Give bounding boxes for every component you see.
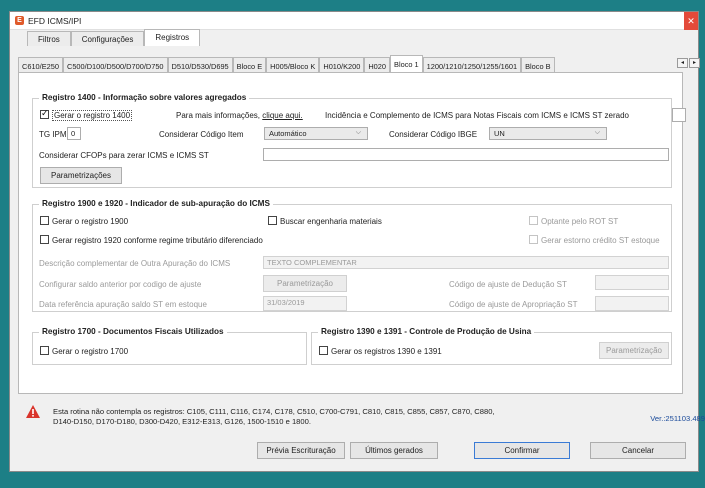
- descricao-input[interactable]: TEXTO COMPLEMENTAR: [263, 256, 669, 269]
- gerar-1920-checkbox[interactable]: Gerar registro 1920 conforme regime trib…: [40, 235, 263, 245]
- tg-ipm-input[interactable]: 0: [67, 127, 81, 140]
- descricao-label: Descrição complementar de Outra Apuração…: [39, 259, 231, 268]
- parametrizacao-1390-button[interactable]: Parametrização: [599, 342, 669, 359]
- parametrizacoes-button[interactable]: Parametrizações: [40, 167, 122, 184]
- tab-configuracoes[interactable]: Configurações: [70, 31, 145, 46]
- subtab-h010[interactable]: H010/K200: [319, 57, 365, 72]
- registro-1400-title: Registro 1400 - Informação sobre valores…: [39, 93, 250, 102]
- close-icon[interactable]: ✕: [684, 12, 698, 30]
- warning-message: Esta rotina não contempla os registros: …: [53, 407, 495, 426]
- previa-escrituracao-button[interactable]: Prévia Escrituração: [257, 442, 345, 459]
- sub-tab-strip: C610/E250 C500/D100/D500/D700/D750 D510/…: [18, 55, 555, 72]
- cod-item-select[interactable]: Automático ⌵: [264, 127, 368, 140]
- subtab-bloco-e[interactable]: Bloco E: [232, 57, 267, 72]
- data-ref-label: Data referência apuração saldo ST em est…: [39, 300, 207, 309]
- gerar-1700-checkbox[interactable]: Gerar o registro 1700: [40, 346, 128, 356]
- tab-scroll-left-icon[interactable]: ◂: [677, 58, 688, 68]
- confirmar-button[interactable]: Confirmar: [474, 442, 570, 459]
- chevron-down-icon: ⌵: [594, 129, 600, 136]
- optante-rot-checkbox[interactable]: Optante pelo ROT ST: [529, 216, 618, 226]
- incidencia-label: Incidência e Complemento de ICMS para No…: [325, 111, 629, 120]
- subtab-c500[interactable]: C500/D100/D500/D700/D750: [62, 57, 168, 72]
- cod-item-label: Considerar Código Item: [159, 130, 244, 139]
- tab-filtros[interactable]: Filtros: [27, 31, 71, 46]
- config-saldo-label: Configurar saldo anterior por codigo de …: [39, 280, 202, 289]
- cod-ibge-label: Considerar Código IBGE: [389, 130, 478, 139]
- parametrizacao-1900-button[interactable]: Parametrização: [263, 275, 347, 292]
- gerar-1400-checkbox[interactable]: Gerar o registro 1400: [40, 108, 133, 121]
- cod-deducao-label: Código de ajuste de Dedução ST: [449, 280, 567, 289]
- top-tab-strip: Filtros Configurações Registros: [27, 29, 201, 46]
- registro-1390-title: Registro 1390 e 1391 - Controle de Produ…: [318, 327, 535, 336]
- cod-apropriacao-label: Código de ajuste de Apropriação ST: [449, 300, 578, 309]
- checkbox-box[interactable]: [40, 108, 49, 119]
- warning-icon: [26, 405, 40, 418]
- cfops-label: Considerar CFOPs para zerar ICMS e ICMS …: [39, 151, 209, 160]
- subtab-bloco-b[interactable]: Bloco B: [521, 57, 555, 72]
- subtab-d510[interactable]: D510/D530/D695: [167, 57, 233, 72]
- subtab-c610-e250[interactable]: C610/E250: [18, 57, 63, 72]
- bloco-1-panel: Registro 1400 - Informação sobre valores…: [18, 72, 686, 394]
- cod-apropriacao-input[interactable]: [595, 296, 669, 311]
- gerar-1390-checkbox[interactable]: Gerar os registros 1390 e 1391: [319, 346, 442, 356]
- version-label: Ver.:251103.489: [650, 414, 705, 423]
- app-icon: E: [15, 16, 24, 25]
- cfops-input[interactable]: [263, 148, 669, 161]
- registro-1700-title: Registro 1700 - Documentos Fiscais Utili…: [39, 327, 227, 336]
- cod-deducao-input[interactable]: [595, 275, 669, 290]
- clique-aqui-link[interactable]: clique aqui.: [262, 111, 302, 120]
- tab-scroll-right-icon[interactable]: ▸: [689, 58, 700, 68]
- gerar-1900-checkbox[interactable]: Gerar o registro 1900: [40, 216, 128, 226]
- estorno-credito-checkbox[interactable]: Gerar estorno crédito ST estoque: [529, 235, 660, 245]
- data-ref-input[interactable]: 31/03/2019: [263, 296, 347, 311]
- cod-ibge-select[interactable]: UN ⌵: [489, 127, 607, 140]
- info-text: Para mais informações, clique aqui.: [176, 111, 303, 120]
- title-bar: E EFD ICMS/IPI ✕: [10, 12, 698, 30]
- registro-1900-title: Registro 1900 e 1920 - Indicador de sub-…: [39, 199, 273, 208]
- cancelar-button[interactable]: Cancelar: [590, 442, 686, 459]
- tg-ipm-label: TG IPM: [39, 130, 67, 139]
- incidencia-checkbox[interactable]: [672, 108, 686, 122]
- window-title: EFD ICMS/IPI: [28, 16, 82, 26]
- subtab-h005[interactable]: H005/Bloco K: [266, 57, 320, 72]
- subtab-1200[interactable]: 1200/1210/1250/1255/1601: [422, 57, 522, 72]
- buscar-engenharia-checkbox[interactable]: Buscar engenharia materiais: [268, 216, 382, 226]
- subtab-h020[interactable]: H020: [364, 57, 391, 72]
- subtab-bloco-1[interactable]: Bloco 1: [390, 55, 423, 72]
- ultimos-gerados-button[interactable]: Últimos gerados: [350, 442, 438, 459]
- tab-registros[interactable]: Registros: [144, 29, 201, 46]
- chevron-down-icon: ⌵: [355, 129, 361, 136]
